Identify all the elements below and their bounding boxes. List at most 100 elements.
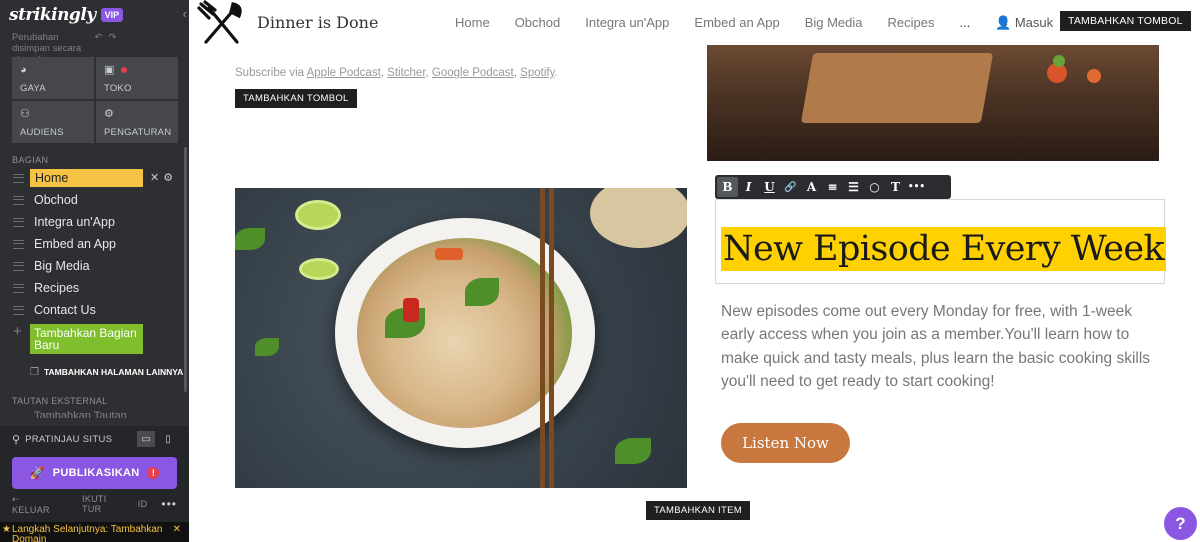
add-section-button[interactable]: Tambahkan Bagian Baru	[30, 324, 143, 354]
drag-handle-icon[interactable]	[13, 195, 24, 205]
nav-link-big-media[interactable]: Big Media	[805, 15, 863, 31]
rocket-icon: 🚀	[29, 466, 45, 480]
podcast-link-apple[interactable]: Apple Podcast	[307, 67, 381, 79]
sidebar-item-home[interactable]: Home ✕⚙	[0, 167, 189, 189]
herb-shape	[235, 228, 265, 250]
subscribe-prefix: Subscribe via	[235, 67, 307, 79]
add-more-pages-link[interactable]: ❐ TAMBAHKAN HALAMAN LAINNYA	[0, 355, 189, 391]
search-icon: ⚲	[12, 433, 21, 446]
episode-description[interactable]: New episodes come out every Monday for f…	[721, 300, 1161, 394]
podcast-link-google[interactable]: Google Podcast	[432, 67, 514, 79]
herb-shape	[255, 338, 279, 356]
gear-icon: ⚙	[104, 108, 114, 120]
login-link[interactable]: 👤 Masuk	[995, 15, 1053, 31]
sidebar-item-contact[interactable]: Contact Us	[0, 299, 189, 321]
sidebar-item-label: Contact Us	[34, 303, 96, 317]
exit-link[interactable]: ⇠ KELUAR	[12, 494, 68, 515]
noodle-bowl-photo[interactable]	[235, 188, 687, 488]
nav-more-label: ...	[959, 15, 971, 30]
desktop-preview-icon[interactable]: ▭	[137, 431, 155, 447]
autosave-row: Perubahan disimpan secara otomatis. ↶↷	[0, 30, 189, 65]
add-section-row: + Tambahkan Bagian Baru	[0, 321, 189, 355]
plus-icon: +	[13, 323, 22, 340]
login-label: Masuk	[1014, 15, 1054, 30]
close-icon[interactable]: ✕	[150, 172, 163, 184]
vegetable-shape	[1087, 69, 1101, 83]
tile-settings[interactable]: ⚙ PENGATURAN	[96, 101, 178, 143]
sidebar-item-label: Big Media	[34, 259, 90, 273]
nav-link-embed[interactable]: Embed an App	[694, 15, 779, 31]
drag-handle-icon[interactable]	[13, 283, 24, 293]
tile-store[interactable]: ▣ TOKO	[96, 57, 178, 99]
mobile-preview-icon[interactable]: ▯	[159, 431, 177, 447]
alert-icon: !	[147, 467, 160, 479]
tile-style-label: GAYA	[20, 83, 46, 94]
sections-title: BAGIAN	[12, 155, 49, 165]
bold-icon[interactable]: B	[717, 177, 738, 197]
settings-tiles: ◕ GAYA ▣ TOKO ⚇ AUDIENS ⚙ PENGATURAN	[12, 57, 178, 143]
add-item-button[interactable]: TAMBAHKAN ITEM	[646, 501, 750, 520]
chopstick-shape	[549, 188, 554, 488]
language-link[interactable]: ID	[138, 499, 148, 509]
sidebar-header: strikingly VIP ‹	[0, 0, 189, 30]
list-icon[interactable]: ☰	[843, 177, 864, 197]
align-icon[interactable]: ≡	[822, 177, 843, 197]
drag-handle-icon[interactable]	[13, 239, 24, 249]
nav-link-integra[interactable]: Integra un'App	[585, 15, 669, 31]
site-nav: Home Obchod Integra un'App Embed an App …	[455, 15, 1060, 31]
palette-icon: ◕	[20, 64, 27, 76]
close-icon[interactable]: ✕	[173, 525, 181, 535]
add-external-link[interactable]: Tambahkan Tautan	[0, 410, 189, 418]
gear-icon[interactable]: ⚙	[163, 172, 177, 184]
text-format-toolbar: B I U 🔗 A ≡ ☰ ○ T •••	[715, 175, 951, 199]
next-step-banner[interactable]: ★ Langkah Selanjutnya: Tambahkan Domain …	[0, 522, 189, 542]
podcast-link-spotify[interactable]: Spotify	[520, 67, 554, 79]
drag-handle-icon[interactable]	[13, 173, 24, 183]
link-icon[interactable]: 🔗	[780, 177, 801, 197]
jar-shape	[590, 188, 687, 248]
nav-link-recipes[interactable]: Recipes	[888, 15, 935, 31]
sidebar-item-obchod[interactable]: Obchod	[0, 189, 189, 211]
pepper-shape	[403, 298, 419, 322]
font-size-icon[interactable]: A	[801, 177, 822, 197]
episode-headline[interactable]: New Episode Every Week	[721, 227, 1167, 271]
more-options-icon[interactable]: •••	[161, 497, 177, 511]
sidebar-item-embed[interactable]: Embed an App	[0, 233, 189, 255]
underline-icon[interactable]: U	[759, 177, 780, 197]
star-icon: ★	[2, 524, 11, 535]
fork-knife-logo-icon	[197, 0, 242, 44]
color-circle-icon[interactable]: ○	[864, 177, 885, 197]
lime-shape	[295, 200, 341, 230]
sidebar-item-integra[interactable]: Integra un'App	[0, 211, 189, 233]
undo-redo-icon[interactable]: ↶↷	[95, 32, 178, 54]
preview-label: PRATINJAU SITUS	[25, 433, 113, 445]
drag-handle-icon[interactable]	[13, 305, 24, 315]
nav-link-obchod[interactable]: Obchod	[515, 15, 561, 31]
drag-handle-icon[interactable]	[13, 261, 24, 271]
drag-handle-icon[interactable]	[13, 217, 24, 227]
italic-icon[interactable]: I	[738, 177, 759, 197]
nav-link-home[interactable]: Home	[455, 15, 490, 31]
site-preview-row: ⚲ PRATINJAU SITUS ▭ ▯	[0, 426, 189, 450]
sidebar-item-big-media[interactable]: Big Media	[0, 255, 189, 277]
listen-now-button[interactable]: Listen Now	[721, 423, 850, 463]
notification-dot	[121, 67, 127, 73]
tile-audience-label: AUDIENS	[20, 127, 64, 138]
add-button[interactable]: TAMBAHKAN TOMBOL	[235, 89, 357, 108]
more-icon[interactable]: •••	[906, 177, 927, 197]
header-add-button[interactable]: TAMBAHKAN TOMBOL	[1060, 11, 1191, 31]
podcast-link-stitcher[interactable]: Stitcher	[387, 67, 425, 79]
text-style-icon[interactable]: T	[885, 177, 906, 197]
tour-link[interactable]: IKUTI TUR	[82, 494, 124, 514]
publish-button[interactable]: 🚀 PUBLIKASIKAN !	[12, 457, 177, 489]
collapse-sidebar-icon[interactable]: ‹	[183, 6, 187, 21]
site-title[interactable]: Dinner is Done	[257, 13, 378, 32]
sidebar-item-recipes[interactable]: Recipes	[0, 277, 189, 299]
tile-audience[interactable]: ⚇ AUDIENS	[12, 101, 94, 143]
help-button[interactable]: ?	[1164, 507, 1197, 540]
tile-style[interactable]: ◕ GAYA	[12, 57, 94, 99]
kitchen-photo[interactable]	[707, 45, 1159, 161]
people-icon: ⚇	[20, 108, 30, 120]
vip-badge: VIP	[100, 8, 124, 22]
cutting-board-shape	[800, 53, 994, 123]
